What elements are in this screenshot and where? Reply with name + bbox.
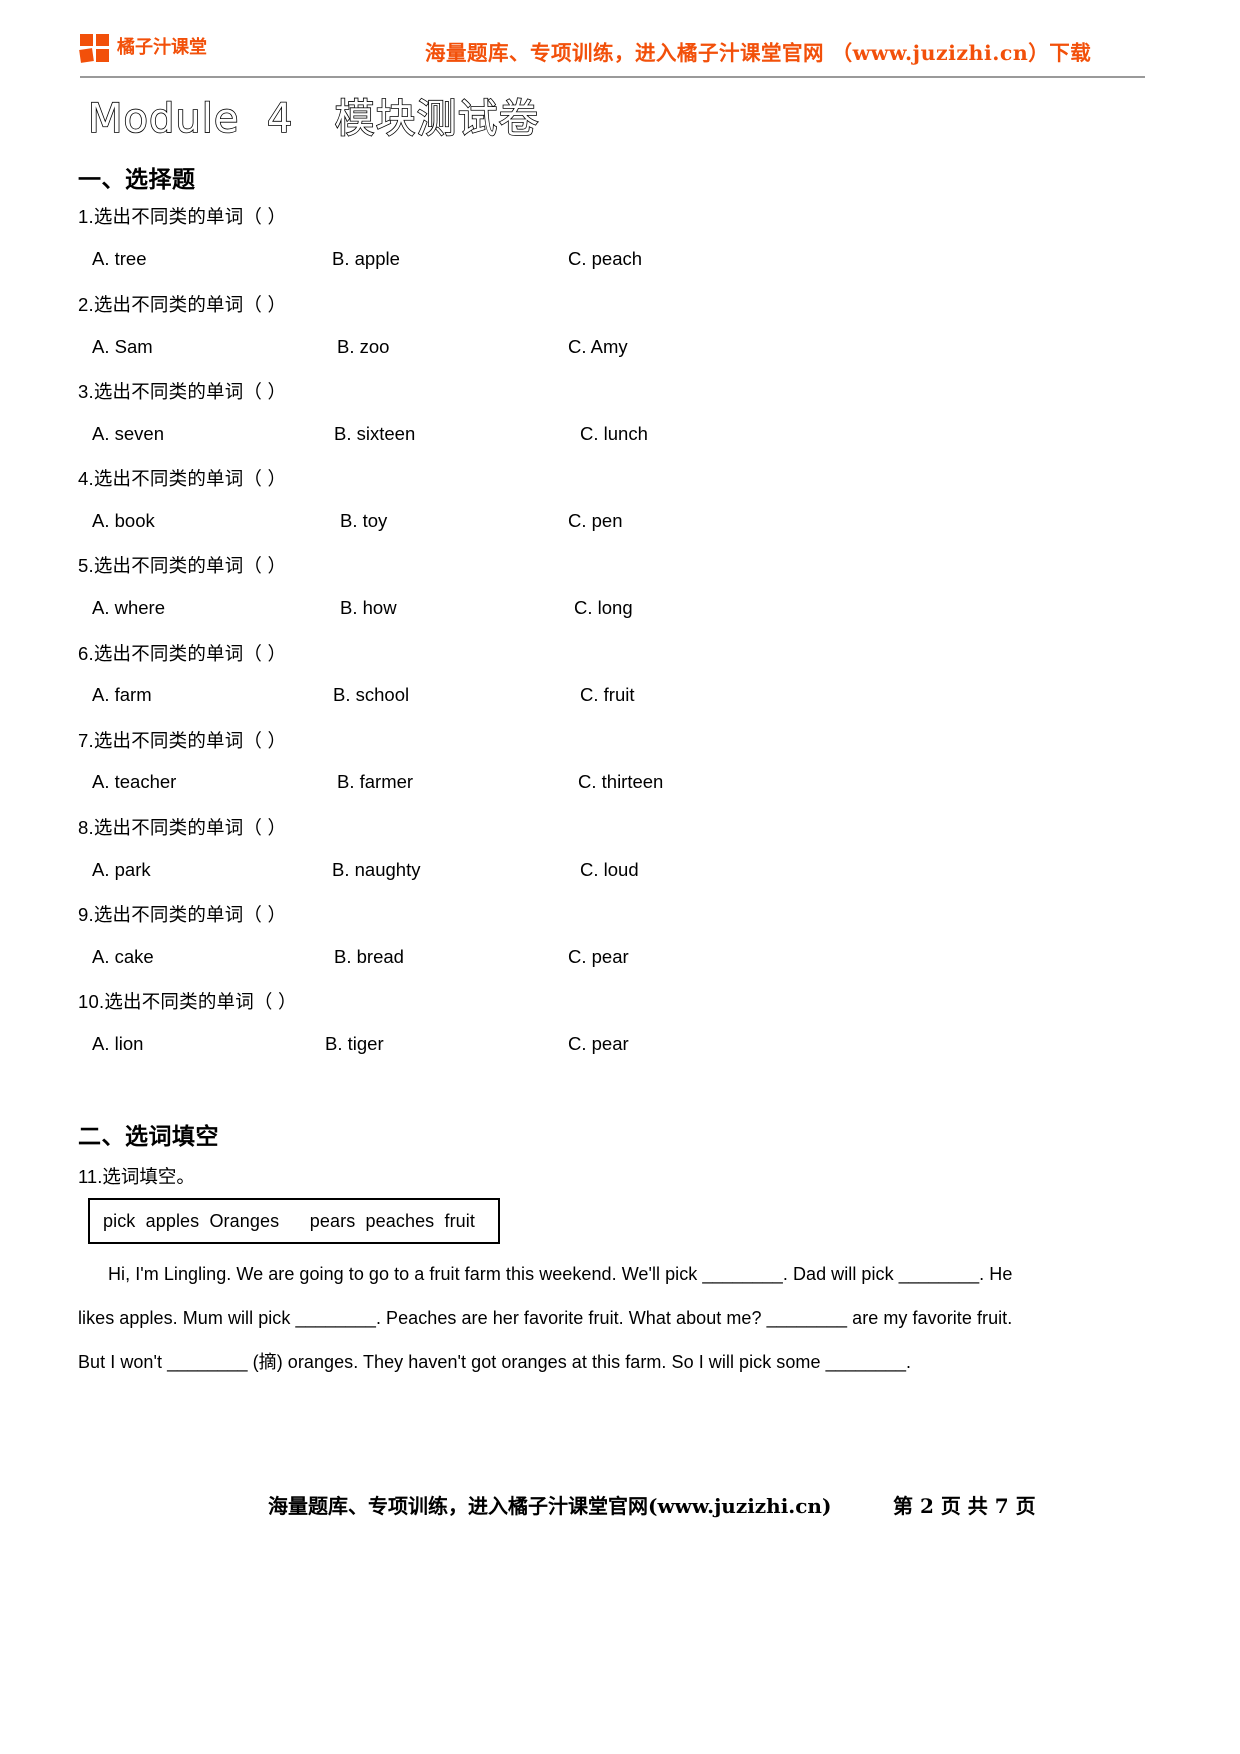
option-4-c[interactable]: C. pen [568,510,623,532]
cloze-passage: Hi, I'm Lingling. We are going to go to … [78,1252,1038,1384]
option-3-b[interactable]: B. sixteen [334,423,415,445]
brand-name: 橘子汁课堂 [117,37,207,58]
option-9-c[interactable]: C. pear [568,946,629,968]
option-7-c[interactable]: C. thirteen [578,771,663,793]
option-1-a[interactable]: A. tree [92,248,147,270]
option-5-a[interactable]: A. where [92,597,165,619]
question-stem-2: 2.选出不同类的单词（ ） [78,294,287,315]
question-options-1: A. tree B. apple C. peach [0,248,1240,274]
option-5-c[interactable]: C. long [574,597,633,619]
header-divider [80,76,1145,78]
logo-squares-icon [79,34,110,63]
question-stem-9: 9.选出不同类的单词（ ） [78,904,287,925]
question-options-8: A. park B. naughty C. loud [0,859,1240,885]
option-8-c[interactable]: C. loud [580,859,639,881]
page-footer: 海量题库、专项训练，进入橘子汁课堂官网(www.juzizhi.cn) 第 2 … [0,1490,1240,1530]
option-4-a[interactable]: A. book [92,510,155,532]
question-options-4: A. book B. toy C. pen [0,510,1240,536]
option-9-b[interactable]: B. bread [334,946,404,968]
option-2-a[interactable]: A. Sam [92,336,153,358]
passage-line-2: likes apples. Mum will pick ________. Pe… [78,1308,1013,1328]
footer-site-note: 海量题库、专项训练，进入橘子汁课堂官网(www.juzizhi.cn) [268,1494,832,1518]
option-10-b[interactable]: B. tiger [325,1033,384,1055]
question-stem-6: 6.选出不同类的单词（ ） [78,643,287,664]
question-stem-10: 10.选出不同类的单词（ ） [78,991,297,1012]
question-stem-11: 11.选词填空。 [78,1166,195,1187]
footer-page-number: 第 2 页 共 7 页 [893,1494,1036,1518]
option-10-c[interactable]: C. pear [568,1033,629,1055]
passage-line-1: Hi, I'm Lingling. We are going to go to … [108,1264,1013,1284]
question-stem-4: 4.选出不同类的单词（ ） [78,468,287,489]
question-stem-1: 1.选出不同类的单词（ ） [78,206,287,227]
option-3-c[interactable]: C. lunch [580,423,648,445]
page-title: Module 4 模块测试卷 [87,95,540,143]
option-2-b[interactable]: B. zoo [337,336,389,358]
option-3-a[interactable]: A. seven [92,423,164,445]
question-options-6: A. farm B. school C. fruit [0,684,1240,710]
option-6-c[interactable]: C. fruit [580,684,634,706]
question-options-3: A. seven B. sixteen C. lunch [0,423,1240,449]
question-stem-7: 7.选出不同类的单词（ ） [78,730,287,751]
option-6-a[interactable]: A. farm [92,684,152,706]
question-stem-8: 8.选出不同类的单词（ ） [78,817,287,838]
question-options-10: A. lion B. tiger C. pear [0,1033,1240,1059]
question-options-5: A. where B. how C. long [0,597,1240,623]
question-options-9: A. cake B. bread C. pear [0,946,1240,972]
passage-line-3: But I won't ________ (摘) oranges. They h… [78,1352,912,1372]
section-heading-cloze: 二、选词填空 [78,1124,219,1150]
option-1-b[interactable]: B. apple [332,248,400,270]
option-5-b[interactable]: B. how [340,597,397,619]
option-7-a[interactable]: A. teacher [92,771,176,793]
document-page: 橘子汁课堂 海量题库、专项训练，进入橘子汁课堂官网 （www.juzizhi.c… [0,0,1240,1754]
brand-logo: 橘子汁课堂 [79,34,207,63]
page-header: 橘子汁课堂 海量题库、专项训练，进入橘子汁课堂官网 （www.juzizhi.c… [79,30,1145,82]
word-bank-box: pick apples Oranges pears peaches fruit [88,1198,500,1244]
question-stem-5: 5.选出不同类的单词（ ） [78,555,287,576]
question-options-2: A. Sam B. zoo C. Amy [0,336,1240,362]
section-heading-choice: 一、选择题 [78,167,196,193]
word-bank-text: pick apples Oranges pears peaches fruit [103,1210,475,1231]
option-10-a[interactable]: A. lion [92,1033,143,1055]
option-1-c[interactable]: C. peach [568,248,642,270]
option-6-b[interactable]: B. school [333,684,409,706]
option-8-b[interactable]: B. naughty [332,859,420,881]
option-2-c[interactable]: C. Amy [568,336,628,358]
option-8-a[interactable]: A. park [92,859,151,881]
option-9-a[interactable]: A. cake [92,946,154,968]
option-7-b[interactable]: B. farmer [337,771,413,793]
question-stem-3: 3.选出不同类的单词（ ） [78,381,287,402]
option-4-b[interactable]: B. toy [340,510,387,532]
header-slogan: 海量题库、专项训练，进入橘子汁课堂官网 （www.juzizhi.cn）下载 [425,41,1092,65]
question-options-7: A. teacher B. farmer C. thirteen [0,771,1240,797]
